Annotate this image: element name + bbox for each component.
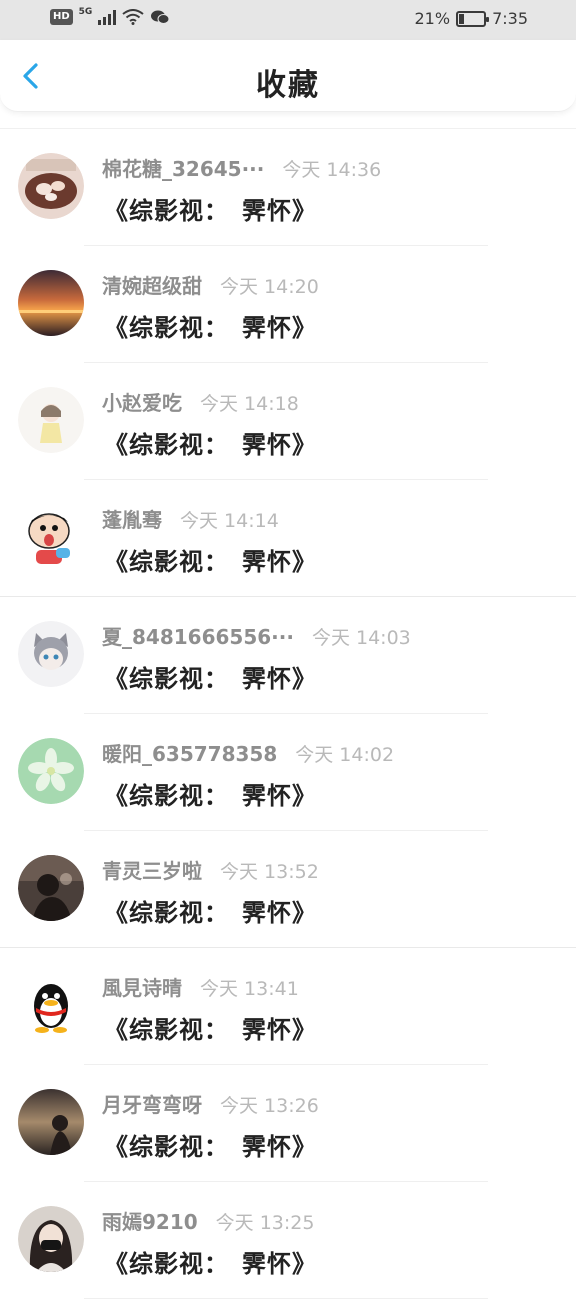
timestamp: 今天 13:26 bbox=[220, 1095, 319, 1117]
wifi-icon bbox=[122, 9, 144, 25]
item-meta: 雨嫣9210 今天 13:25 bbox=[102, 1206, 314, 1235]
silhouette-avatar-image bbox=[18, 855, 84, 921]
list-item[interactable]: 棉花糖_32645··· 今天 14:36 《综影视： 霁怀》 bbox=[0, 129, 576, 246]
item-title: 《综影视： 霁怀》 bbox=[104, 782, 317, 810]
flower-avatar[interactable] bbox=[18, 738, 84, 804]
masked-girl-avatar-image bbox=[18, 1206, 84, 1272]
username[interactable]: 風見诗晴 bbox=[102, 972, 182, 1001]
timestamp: 今天 13:25 bbox=[215, 1212, 315, 1234]
dessert-avatar-image bbox=[18, 153, 84, 219]
timestamp: 今天 14:36 bbox=[282, 159, 382, 181]
item-meta: 小赵爱吃 今天 14:18 bbox=[102, 387, 299, 416]
item-title: 《综影视： 霁怀》 bbox=[104, 431, 317, 459]
timestamp: 今天 14:03 bbox=[311, 627, 411, 649]
penguin-avatar[interactable] bbox=[18, 972, 84, 1038]
list-item[interactable]: 風見诗晴 今天 13:41 《综影视： 霁怀》 bbox=[0, 948, 576, 1065]
item-meta: 暖阳_635778358 今天 14:02 bbox=[102, 738, 394, 767]
masked-girl-avatar[interactable] bbox=[18, 1206, 84, 1272]
status-left: HD 5G bbox=[50, 7, 170, 25]
status-bar: HD 5G 21% 7:35 bbox=[0, 0, 576, 40]
list-item[interactable]: 暖阳_635778358 今天 14:02 《综影视： 霁怀》 bbox=[0, 714, 576, 831]
item-title: 《综影视： 霁怀》 bbox=[104, 665, 317, 693]
list-item[interactable]: 雨嫣9210 今天 13:25 《综影视： 霁怀》 bbox=[0, 1182, 576, 1299]
item-meta: 風見诗晴 今天 13:41 bbox=[102, 972, 299, 1001]
username[interactable]: 小赵爱吃 bbox=[102, 387, 182, 416]
item-meta: 清婉超级甜 今天 14:20 bbox=[102, 270, 319, 299]
header: 收藏 bbox=[0, 40, 576, 112]
page-title: 收藏 bbox=[256, 68, 320, 103]
anime-cat-avatar[interactable] bbox=[18, 621, 84, 687]
hd-badge: HD bbox=[50, 9, 73, 25]
item-meta: 夏_8481666556··· 今天 14:03 bbox=[102, 621, 411, 650]
penguin-avatar-image bbox=[18, 972, 84, 1038]
item-title: 《综影视： 霁怀》 bbox=[104, 899, 317, 927]
silhouette-avatar[interactable] bbox=[18, 855, 84, 921]
item-title: 《综影视： 霁怀》 bbox=[104, 314, 317, 342]
flower-avatar-image bbox=[18, 738, 84, 804]
timestamp: 今天 13:41 bbox=[200, 978, 299, 1000]
timestamp: 今天 13:52 bbox=[220, 861, 319, 883]
username[interactable]: 月牙弯弯呀 bbox=[102, 1089, 202, 1118]
list-item[interactable]: 清婉超级甜 今天 14:20 《综影视： 霁怀》 bbox=[0, 246, 576, 363]
list-item[interactable]: 青灵三岁啦 今天 13:52 《综影视： 霁怀》 bbox=[0, 831, 576, 948]
network-type: 5G bbox=[78, 7, 93, 17]
item-meta: 棉花糖_32645··· 今天 14:36 bbox=[102, 153, 381, 182]
item-title: 《综影视： 霁怀》 bbox=[104, 1133, 317, 1161]
dessert-avatar[interactable] bbox=[18, 153, 84, 219]
list-item[interactable]: 夏_8481666556··· 今天 14:03 《综影视： 霁怀》 bbox=[0, 597, 576, 714]
clock: 7:35 bbox=[492, 9, 528, 28]
item-title: 《综影视： 霁怀》 bbox=[104, 197, 317, 225]
wechat-icon bbox=[151, 10, 170, 24]
sunset-avatar-image bbox=[18, 270, 84, 336]
anime-cat-avatar-image bbox=[18, 621, 84, 687]
item-title: 《综影视： 霁怀》 bbox=[104, 1016, 317, 1044]
username[interactable]: 夏_8481666556··· bbox=[102, 621, 294, 650]
dusk-avatar-image bbox=[18, 1089, 84, 1155]
signal-icon bbox=[98, 9, 117, 25]
username[interactable]: 清婉超级甜 bbox=[102, 270, 202, 299]
username[interactable]: 棉花糖_32645··· bbox=[102, 153, 264, 182]
username[interactable]: 暖阳_635778358 bbox=[102, 738, 277, 767]
timestamp: 今天 14:14 bbox=[180, 510, 279, 532]
timestamp: 今天 14:20 bbox=[220, 276, 319, 298]
item-meta: 蓬胤骞 今天 14:14 bbox=[102, 504, 279, 533]
girl-drawing-avatar[interactable] bbox=[18, 387, 84, 453]
username[interactable]: 青灵三岁啦 bbox=[102, 855, 202, 884]
dusk-avatar[interactable] bbox=[18, 1089, 84, 1155]
item-title: 《综影视： 霁怀》 bbox=[104, 1250, 317, 1278]
cartoon-boy-avatar[interactable] bbox=[18, 504, 84, 570]
item-title: 《综影视： 霁怀》 bbox=[104, 548, 317, 576]
sunset-avatar[interactable] bbox=[18, 270, 84, 336]
username[interactable]: 雨嫣9210 bbox=[102, 1206, 198, 1235]
username[interactable]: 蓬胤骞 bbox=[102, 504, 162, 533]
item-meta: 月牙弯弯呀 今天 13:26 bbox=[102, 1089, 319, 1118]
list-item[interactable]: 小赵爱吃 今天 14:18 《综影视： 霁怀》 bbox=[0, 363, 576, 480]
timestamp: 今天 14:02 bbox=[295, 744, 395, 766]
status-right: 21% 7:35 bbox=[415, 9, 529, 28]
girl-drawing-avatar-image bbox=[18, 387, 84, 453]
battery-icon bbox=[456, 10, 490, 27]
list-item[interactable]: 月牙弯弯呀 今天 13:26 《综影视： 霁怀》 bbox=[0, 1065, 576, 1182]
item-meta: 青灵三岁啦 今天 13:52 bbox=[102, 855, 319, 884]
cartoon-boy-avatar-image bbox=[18, 504, 84, 570]
battery-percent: 21% bbox=[414, 9, 451, 28]
timestamp: 今天 14:18 bbox=[200, 393, 299, 415]
list-item[interactable]: 蓬胤骞 今天 14:14 《综影视： 霁怀》 bbox=[0, 480, 576, 597]
favorites-list: 棉花糖_32645··· 今天 14:36 《综影视： 霁怀》 清婉超级甜 今天… bbox=[0, 128, 576, 1299]
